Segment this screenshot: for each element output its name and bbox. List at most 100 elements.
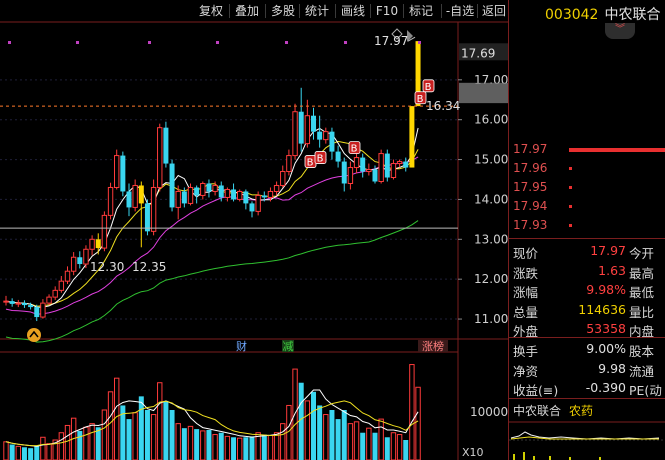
volume-bar (311, 391, 316, 460)
buy-signal-label-4: B (425, 82, 432, 93)
volume-bar (335, 419, 341, 460)
mini-intraday-chart (509, 421, 665, 460)
volume-bar (304, 400, 311, 460)
toolbar-button-8[interactable]: 返回 (480, 2, 508, 20)
candle-body (360, 157, 366, 172)
candle-body (372, 169, 378, 182)
ask-volume-bar (569, 148, 665, 152)
marker-dot (8, 41, 11, 44)
buy-signal-label-3: B (417, 94, 424, 105)
volume-unit-label: X10 (462, 446, 484, 459)
volume-bar (267, 434, 274, 460)
stock-code: 003042 (545, 7, 599, 23)
quote-row: 涨幅 9.98% 最低 (509, 281, 665, 300)
toolbar-button-5[interactable]: F10 (373, 2, 401, 20)
volume-bar (218, 432, 224, 460)
volume-bar (150, 414, 157, 460)
event-tag-jian: 减 (283, 340, 294, 353)
toolbar-button-4[interactable]: 画线 (338, 2, 368, 20)
candle-body (212, 184, 218, 192)
volume-bar (360, 432, 366, 460)
volume-bar (163, 400, 169, 460)
volume-bar (323, 414, 329, 460)
volume-bar (212, 434, 218, 460)
volume-bar (329, 410, 335, 460)
quote-label: 涨幅 (513, 285, 539, 300)
candle-body (70, 256, 77, 272)
industry-stock-name: 中农联合 (513, 404, 562, 418)
candle-body (304, 115, 311, 145)
candle-body (89, 238, 95, 250)
volume-bar (249, 436, 255, 460)
volume-axis-label: 10000 (470, 405, 508, 419)
volume-bar (21, 447, 27, 460)
buy-signal-label-0: B (307, 158, 314, 169)
toolbar-button-6[interactable]: 标记 (406, 2, 436, 20)
price-tick-label-6: 11.00 (474, 312, 508, 326)
volume-bar (280, 423, 286, 460)
ask-volume-bar (569, 205, 572, 208)
candle-body (390, 163, 397, 179)
toolbar-button-2[interactable]: 多股 (268, 2, 298, 20)
candle-body (28, 305, 34, 308)
marker-dot (148, 41, 151, 44)
quote-label: 流通 (629, 363, 655, 379)
candle-body (101, 214, 108, 249)
candle-body (329, 131, 335, 152)
chart-toolbar: 复权 叠加 多股 统计 画线 F10 标记 -自选 返回 (0, 0, 508, 22)
up-arrow-icon[interactable] (27, 328, 41, 342)
industry-sector[interactable]: 农药 (569, 402, 593, 419)
candle-body (224, 188, 231, 198)
volume-bar (181, 428, 187, 460)
quote-value: 114636 (578, 301, 626, 317)
quote-row: 收益(≡) -0.390 PE(动 (509, 379, 665, 398)
volume-ma10-line (5, 400, 419, 447)
toolbar-separator (403, 4, 404, 18)
volume-bars: 10000 X10 (3, 364, 508, 460)
volume-bar (3, 441, 9, 460)
volume-bar (9, 444, 15, 460)
chart-annotations: 17.6917.9716.3412.30 12.35B BBBB财减涨榜 (0, 28, 508, 353)
marker-dot (418, 41, 421, 44)
volume-bar (126, 419, 132, 460)
ask-price-4[interactable]: 17.94 (513, 199, 547, 213)
candlestick-series (3, 41, 421, 322)
chevron-down-icon[interactable]: ︾ (605, 23, 635, 39)
volume-bar (206, 430, 212, 460)
ask-volume-bar (569, 224, 572, 227)
volume-bar (83, 426, 89, 460)
candle-body (34, 307, 40, 318)
ask-price-2[interactable]: 17.96 (513, 161, 547, 175)
candle-body (77, 257, 83, 265)
volume-bar (64, 424, 71, 460)
candle-body (237, 190, 243, 200)
candle-body (267, 190, 274, 198)
buy-signal-label-1: B (317, 154, 324, 165)
volume-bar (200, 430, 206, 460)
candle-body (120, 155, 126, 192)
toolbar-button-1[interactable]: 叠加 (232, 2, 262, 20)
volume-bar (138, 396, 144, 460)
volume-bar (95, 427, 101, 460)
toolbar-button-3[interactable]: 统计 (302, 2, 332, 20)
divider (509, 337, 665, 338)
volume-bar (261, 434, 267, 460)
industry-row[interactable]: 中农联合 农药 (509, 400, 665, 418)
candle-body (273, 184, 280, 192)
ask-price-5[interactable]: 17.93 (513, 218, 547, 232)
candle-body (126, 191, 132, 208)
volume-bar (46, 443, 52, 460)
ask-price-1[interactable]: 17.97 (513, 142, 547, 156)
quote-label: 收益(≡) (513, 383, 559, 398)
volume-bar (132, 412, 138, 460)
volume-bar (157, 382, 163, 460)
volume-bar (243, 437, 249, 460)
candle-body (292, 111, 298, 157)
toolbar-button-0[interactable]: 复权 (196, 2, 226, 20)
ask-price-3[interactable]: 17.95 (513, 180, 547, 194)
ask-volume-bar (569, 186, 572, 189)
volume-bar (366, 427, 372, 460)
candle-body (169, 163, 175, 208)
toolbar-button-7[interactable]: -自选 (444, 2, 476, 20)
volume-bar (347, 423, 354, 460)
